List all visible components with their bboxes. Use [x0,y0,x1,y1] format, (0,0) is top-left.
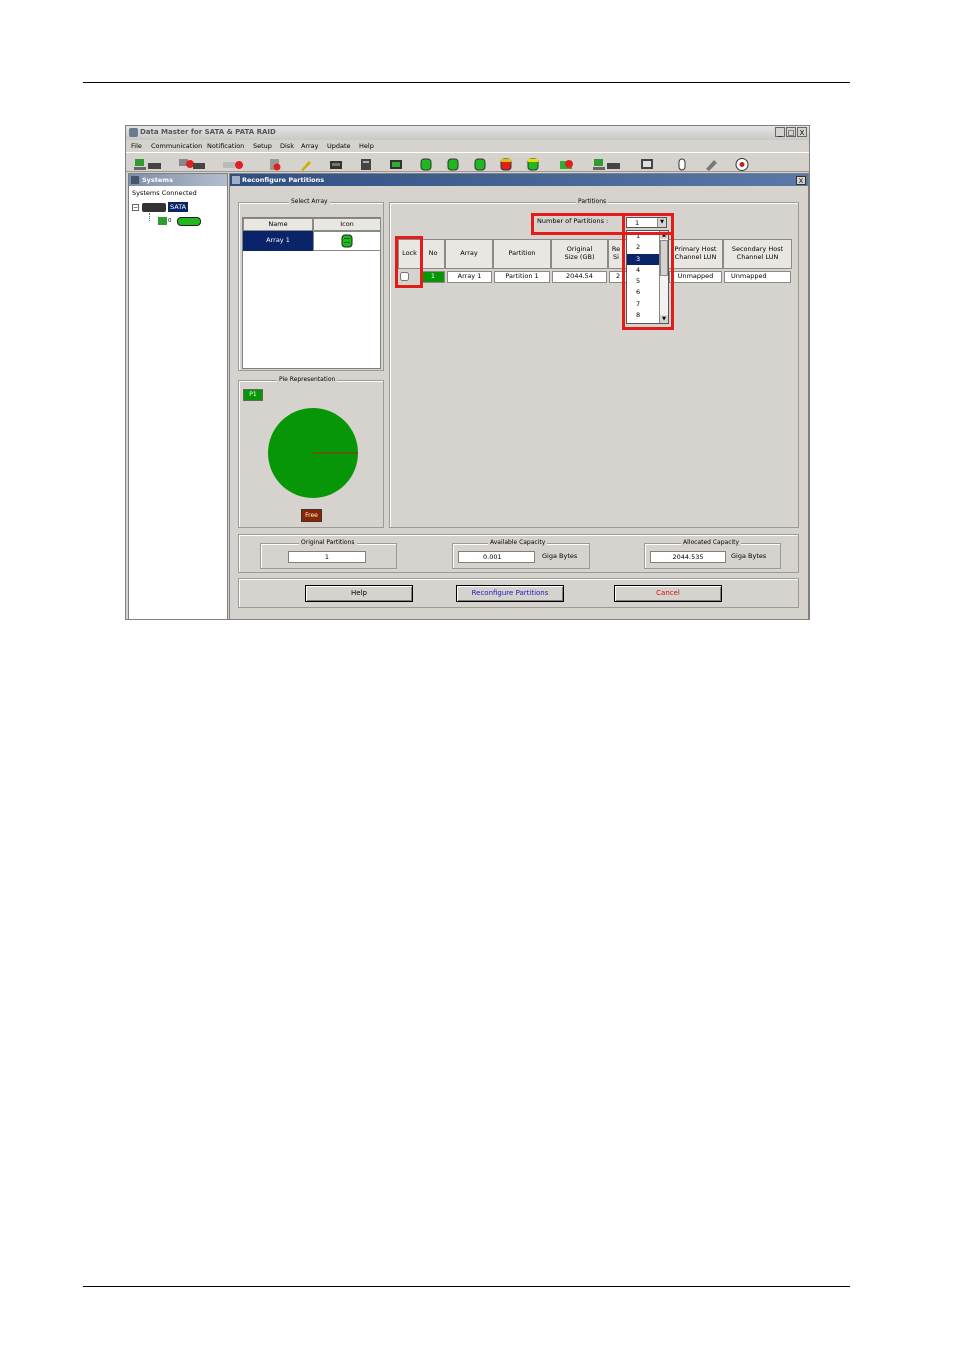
col-primary-host[interactable]: Primary Host Channel LUN [668,239,723,269]
cancel-button[interactable]: Cancel [614,585,722,602]
sata-controller-icon [142,203,166,212]
allocated-capacity-unit: Giga Bytes [731,552,767,560]
dialog-title: Reconfigure Partitions [242,176,325,184]
menu-help[interactable]: Help [359,142,374,150]
array-row-icon-cell[interactable] [313,231,381,251]
reconfigure-dialog: Reconfigure Partitions X Select Array Na… [229,173,809,619]
pie-chart [268,408,358,498]
highlight-lock-column [395,236,423,288]
tools-icon[interactable] [299,156,313,171]
tree-collapse-icon[interactable]: − [132,204,139,211]
green-array-icon [341,234,353,248]
original-partitions-legend: Original Partitions [299,539,357,546]
col-original-size[interactable]: Original Size (GB) [551,239,608,269]
col-no[interactable]: No [421,239,445,269]
row-secondary-host[interactable]: Unmapped [724,271,791,283]
pen-icon[interactable] [704,156,718,171]
window-titlebar: Data Master for SATA & PATA RAID _ □ X [126,126,809,140]
minimize-button[interactable]: _ [775,127,785,137]
reconfigure-partitions-button[interactable]: Reconfigure Partitions [456,585,564,602]
header-rule [83,82,850,83]
capacity-summary: Original Partitions 1 Available Capacity… [238,534,799,573]
connect-system-icon[interactable] [134,156,162,170]
app-title: Data Master for SATA & PATA RAID [140,128,276,136]
highlight-dropdown-list [622,213,674,330]
menu-setup[interactable]: Setup [253,142,272,150]
help-icon[interactable] [735,156,749,171]
close-window-button[interactable]: X [797,127,807,137]
maximize-button[interactable]: □ [786,127,796,137]
row-primary-host[interactable]: Unmapped [669,271,722,283]
original-partitions-group: Original Partitions 1 [260,539,397,569]
systems-connected-label: Systems Connected [132,189,197,197]
help-button[interactable]: Help [305,585,413,602]
green-drive-1-icon[interactable] [419,156,433,171]
select-array-legend: Select Array [289,198,330,205]
allocated-capacity-field[interactable]: 2044.535 [650,551,726,563]
col-secondary-host[interactable]: Secondary Host Channel LUN [723,239,792,269]
partitions-group: Partitions Number of Partitions : 1 ▼ Lo… [389,198,799,528]
menu-file[interactable]: File [131,142,142,150]
systems-icon [131,176,139,184]
tree-branch-line [149,213,150,221]
menu-communication[interactable]: Communication [151,142,202,150]
delete-array-icon[interactable] [559,156,575,169]
systems-panel-header: Systems [129,174,227,186]
dialog-titlebar: Reconfigure Partitions [230,174,808,186]
button-bar: Help Reconfigure Partitions Cancel [238,578,799,608]
dialog-icon [232,176,240,184]
original-partitions-field[interactable]: 1 [288,551,366,563]
row-partition[interactable]: Partition 1 [494,271,550,283]
yellow-drive-icon[interactable] [526,156,540,171]
row-array[interactable]: Array 1 [447,271,492,283]
disk-icon[interactable] [329,156,343,169]
menu-array[interactable]: Array [301,142,319,150]
green-drive-3-icon[interactable] [473,156,487,171]
array-col-name[interactable]: Name [243,218,313,231]
drive-bay-icon[interactable] [359,156,373,170]
p1-legend-badge: P1 [243,389,263,401]
array-col-icon[interactable]: Icon [313,218,381,231]
array-drive-icon[interactable] [177,217,201,226]
menu-disk[interactable]: Disk [280,142,294,150]
app-window: Data Master for SATA & PATA RAID _ □ X F… [125,125,810,620]
col-array[interactable]: Array [445,239,493,269]
menu-notification[interactable]: Notification [207,142,244,150]
select-array-group: Select Array Name Icon Array 1 [238,198,384,371]
footer-rule [83,1286,850,1287]
free-legend-badge: Free [301,509,322,522]
tree-item-sata[interactable]: SATA [168,202,189,212]
pie-group: Pie Representation P1 Free [238,376,384,528]
disable-icon[interactable] [268,156,282,171]
menu-bar: File Communication Notification Setup Di… [126,140,809,152]
partitions-legend: Partitions [576,198,609,205]
disconnect-system-icon[interactable] [178,156,206,169]
row-no[interactable]: 1 [421,271,445,283]
array-icon[interactable] [389,156,403,169]
mouse-icon[interactable] [675,156,689,171]
col-partition[interactable]: Partition [493,239,551,269]
available-capacity-unit: Giga Bytes [542,552,578,560]
row-original-size[interactable]: 2044.54 [552,271,607,283]
child-system-icon [158,217,167,225]
available-capacity-field[interactable]: 0.001 [458,551,535,563]
child-system-label: 0 [168,218,172,224]
app-icon [129,128,138,137]
allocated-capacity-group: Allocated Capacity 2044.535 Giga Bytes [644,539,781,569]
toolbar [126,152,809,172]
available-capacity-legend: Available Capacity [488,539,548,546]
remove-disk-icon[interactable] [223,156,251,169]
allocated-capacity-legend: Allocated Capacity [681,539,742,546]
red-drive-icon[interactable] [499,156,513,171]
systems-panel: Systems Systems Connected − SATA 0 [128,173,228,619]
menu-update[interactable]: Update [327,142,351,150]
monitor-icon[interactable] [640,156,654,169]
system-icon[interactable] [593,156,621,170]
dialog-close-button[interactable]: X [796,176,806,185]
pie-legend: Pie Representation [277,376,338,383]
systems-panel-title: Systems [142,176,173,184]
available-capacity-group: Available Capacity 0.001 Giga Bytes [452,539,590,569]
array-row-name[interactable]: Array 1 [243,231,313,251]
green-drive-2-icon[interactable] [446,156,460,171]
